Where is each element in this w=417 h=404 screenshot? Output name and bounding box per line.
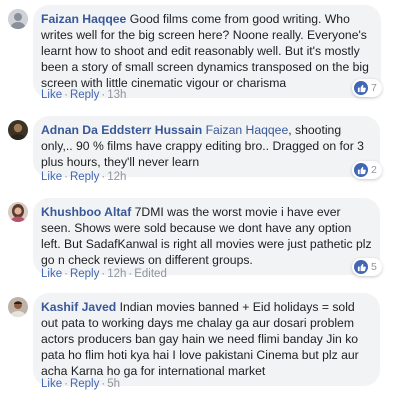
avatar[interactable] — [8, 202, 28, 222]
avatar[interactable] — [8, 120, 28, 140]
reaction-number: 2 — [371, 164, 377, 176]
thumbs-up-icon — [354, 260, 368, 274]
avatar-gray-icon — [8, 9, 28, 29]
separator: · — [101, 89, 106, 101]
thumbs-up-icon — [354, 163, 368, 177]
separator: · — [128, 268, 133, 280]
comment-thread: Faizan Haqqee Good films come from good … — [0, 0, 417, 404]
comment-bubble: Kashif Javed Indian movies banned + Eid … — [33, 293, 380, 386]
separator: · — [64, 378, 68, 390]
avatar[interactable] — [8, 297, 28, 317]
separator: · — [64, 268, 68, 280]
comment-actions: Like · Reply · 12h — [41, 171, 126, 183]
comment-bubble: Adnan Da Eddsterr Hussain Faizan Haqqee,… — [33, 116, 380, 177]
comment-author[interactable]: Kashif Javed — [41, 300, 116, 314]
separator: · — [101, 378, 106, 390]
comment-timestamp[interactable]: 12h — [107, 268, 126, 280]
reply-link[interactable]: Reply — [70, 378, 99, 390]
reply-link[interactable]: Reply — [70, 171, 99, 183]
comment-bubble: Khushboo Altaf 7DMI was the worst movie … — [33, 198, 380, 275]
avatar-dark-icon — [8, 120, 28, 140]
comment-mention[interactable]: Faizan Haqqee — [206, 123, 289, 137]
reaction-count[interactable]: 7 — [352, 79, 382, 97]
reply-link[interactable]: Reply — [70, 268, 99, 280]
comment-author[interactable]: Khushboo Altaf — [41, 205, 131, 219]
avatar[interactable] — [8, 9, 28, 29]
like-link[interactable]: Like — [41, 171, 62, 183]
separator: · — [101, 171, 106, 183]
comment-author[interactable]: Faizan Haqqee — [41, 12, 126, 26]
comment-actions: Like · Reply · 5h — [41, 378, 120, 390]
like-link[interactable]: Like — [41, 378, 62, 390]
comment-author[interactable]: Adnan Da Eddsterr Hussain — [41, 123, 202, 137]
comment-timestamp[interactable]: 5h — [107, 378, 120, 390]
separator: · — [64, 171, 68, 183]
reaction-number: 7 — [371, 82, 377, 94]
thumbs-up-icon — [354, 81, 368, 95]
comment-bubble: Faizan Haqqee Good films come from good … — [33, 5, 381, 98]
avatar-woman-icon — [8, 202, 28, 222]
reaction-count[interactable]: 2 — [352, 161, 382, 179]
like-link[interactable]: Like — [41, 268, 62, 280]
like-link[interactable]: Like — [41, 89, 62, 101]
reaction-count[interactable]: 5 — [352, 258, 382, 276]
reply-link[interactable]: Reply — [70, 89, 99, 101]
comment-actions: Like · Reply · 13h — [41, 89, 126, 101]
separator: · — [101, 268, 106, 280]
comment-timestamp[interactable]: 12h — [107, 171, 126, 183]
separator: · — [64, 89, 68, 101]
comment-actions: Like · Reply · 12h · Edited — [41, 268, 167, 280]
comment-timestamp[interactable]: 13h — [107, 89, 126, 101]
avatar-man-icon — [8, 297, 28, 317]
edited-label[interactable]: Edited — [134, 268, 167, 280]
reaction-number: 5 — [371, 261, 377, 273]
